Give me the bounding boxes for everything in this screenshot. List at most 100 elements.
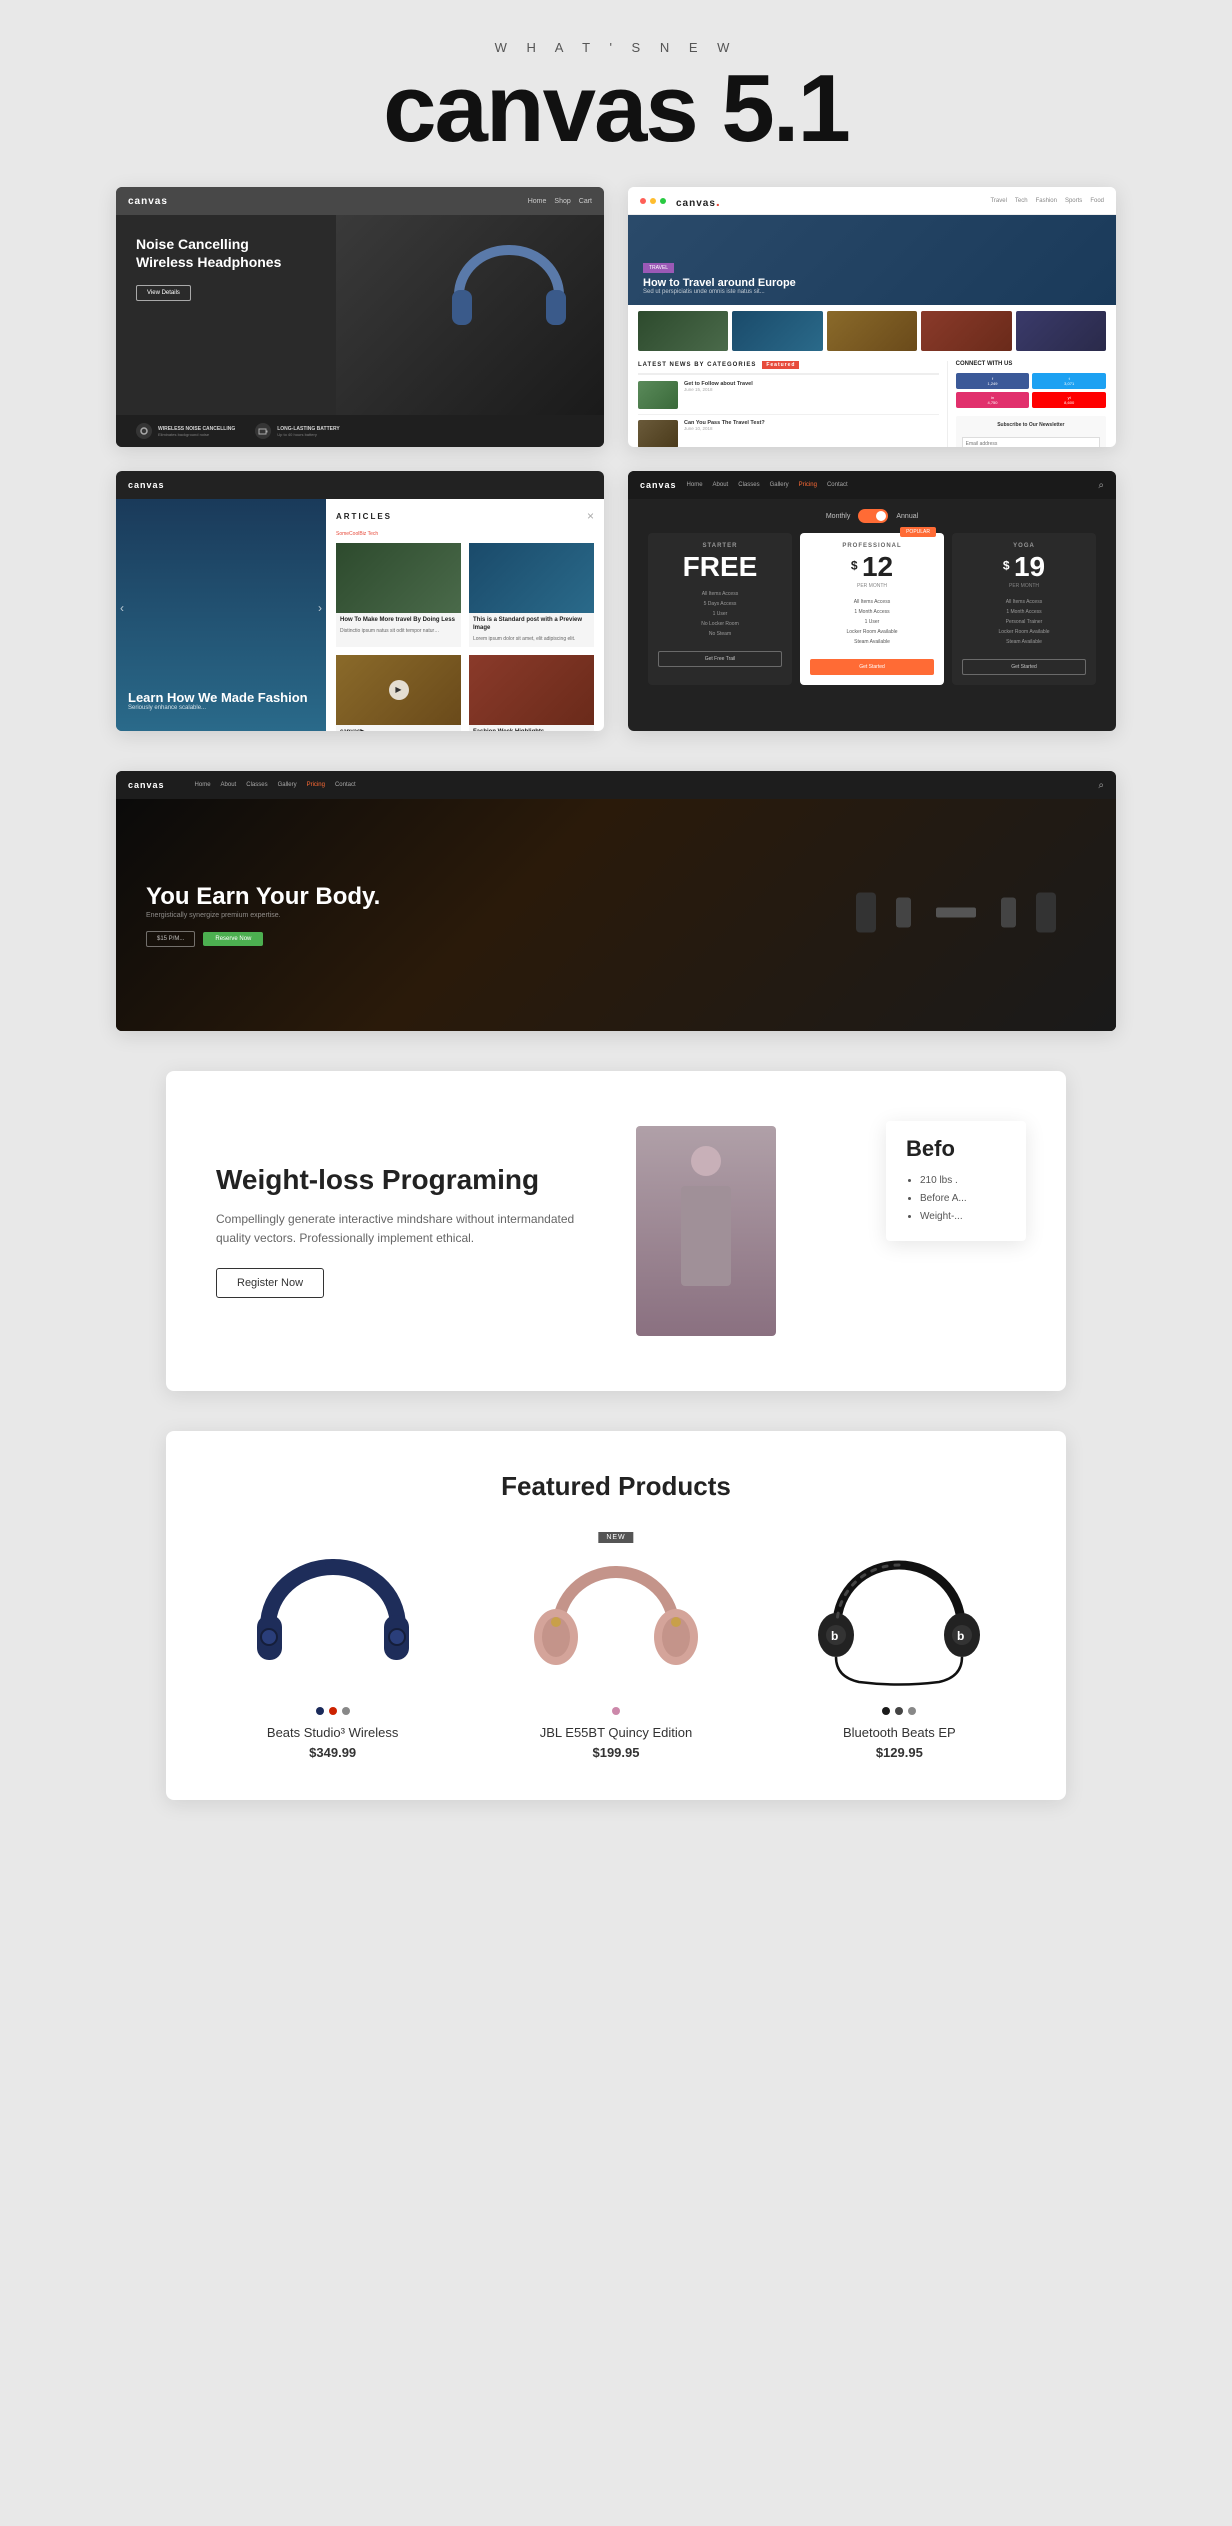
ss2-thumb-2 <box>732 311 822 351</box>
next-arrow-icon[interactable]: › <box>318 601 322 615</box>
ss2-main-content: LATEST NEWS BY CATEGORIES Featured Get t… <box>638 361 939 447</box>
ss3-articles-panel: ARTICLES × SomeCoolBiz Tech How To Make … <box>326 499 604 731</box>
product-color-swatch[interactable] <box>895 1707 903 1715</box>
ss5-nav-contact[interactable]: Contact <box>335 782 356 788</box>
ss2-social-grid: f1,249 t3,071 in4,750 yt8,600 <box>956 373 1106 408</box>
ss4-monthly-label: Monthly <box>826 513 851 520</box>
ss5-nav-gallery[interactable]: Gallery <box>278 782 297 788</box>
ss5-hero-sub: Energistically synergize premium experti… <box>146 912 380 919</box>
ss4-features-starter: All Items Access5 Days Access1 UserNo Lo… <box>658 589 782 639</box>
ss4-nav-home[interactable]: Home <box>687 482 703 488</box>
ss5-nav-pricing[interactable]: Pricing <box>307 782 325 788</box>
ss5-nav-about[interactable]: About <box>221 782 237 788</box>
ss5-price-button[interactable]: $15 P/M... <box>146 931 195 947</box>
ss2-instagram[interactable]: in4,750 <box>956 392 1030 408</box>
weight-loss-section: Weight-loss Programing Compellingly gene… <box>166 1071 1066 1391</box>
product-name-jbl: JBL E55BT Quincy Edition <box>489 1725 742 1740</box>
ss2-hero-sub: Sed ut perspiciatis unde omnis iste natu… <box>643 289 796 295</box>
ss2-article-thumb <box>638 420 678 447</box>
weight-title: Weight-loss Programing <box>216 1164 596 1196</box>
product-color-swatch[interactable] <box>342 1707 350 1715</box>
ss2-nav-link: Fashion <box>1036 198 1057 204</box>
product-color-swatch[interactable] <box>612 1707 620 1715</box>
ss5-nav-home[interactable]: Home <box>195 782 211 788</box>
ss3-card-title-3: Fashion Week Highlights <box>473 729 590 731</box>
ss2-category-badge: TRAVEL <box>643 263 674 273</box>
products-title: Featured Products <box>206 1471 1026 1502</box>
ss3-video-title: canvas▶ <box>340 729 457 731</box>
ss3-card-body-2: This is a Standard post with a Preview I… <box>469 613 594 647</box>
ss2-sidebar: CONNECT WITH US f1,249 t3,071 in4,750 yt… <box>947 361 1106 447</box>
ss2-nav-link: Sports <box>1065 198 1082 204</box>
featured-products-section: Featured Products Beats Studio <box>166 1431 1066 1800</box>
screenshot-headphones: canvas Home Shop Cart Noise CancellingWi… <box>116 187 604 447</box>
ss5-search-icon[interactable]: ⌕ <box>1098 780 1104 791</box>
ss4-nav-gallery[interactable]: Gallery <box>770 482 789 488</box>
weight-item-1: 210 lbs . <box>920 1172 1006 1190</box>
barbell-graphic <box>856 883 1056 948</box>
ss3-navbar: canvas <box>116 471 604 499</box>
ss4-currency-symbol: $ <box>851 559 858 573</box>
prev-arrow-icon[interactable]: ‹ <box>120 601 124 615</box>
ss1-nav-link: Shop <box>554 198 570 205</box>
ss3-card-text-2: Lorem ipsum dolor sit amet, elit adipisc… <box>473 636 590 643</box>
ss4-plan-professional: POPULAR PROFESSIONAL $ 12 PER MONTH All … <box>800 533 944 685</box>
ss5-hero-section: You Earn Your Body. Energistically syner… <box>116 799 1116 1031</box>
screenshot-fashion-blog: canvas Learn How We Made Fashion Serious… <box>116 471 604 731</box>
ss5-hero-buttons: $15 P/M... Reserve Now <box>146 931 380 947</box>
ss2-facebook[interactable]: f1,249 <box>956 373 1030 389</box>
ss4-plan-button-yoga[interactable]: Get Started <box>962 659 1086 675</box>
ss4-plan-button-starter[interactable]: Get Free Trail <box>658 651 782 667</box>
product-color-swatch[interactable] <box>329 1707 337 1715</box>
ss4-plan-name-pro: PROFESSIONAL <box>810 543 934 549</box>
ss4-plan-name-yoga: YOGA <box>962 543 1086 549</box>
ss5-hero-content: You Earn Your Body. Energistically syner… <box>116 853 410 977</box>
ss3-close-icon[interactable]: × <box>587 509 594 523</box>
headphone-hero-icon <box>444 230 574 360</box>
play-button-icon[interactable]: ▶ <box>389 680 409 700</box>
weight-register-button[interactable]: Register Now <box>216 1268 324 1298</box>
ss1-view-details-button[interactable]: View Details <box>136 285 191 301</box>
product-colors-beats-ep <box>773 1707 1026 1715</box>
ss4-nav-contact[interactable]: Contact <box>827 482 848 488</box>
weight-before-card: Befo 210 lbs . Before A... Weight-... <box>886 1121 1026 1241</box>
ss4-nav-classes[interactable]: Classes <box>738 482 759 488</box>
ss1-content: Noise CancellingWireless Headphones View… <box>136 235 281 301</box>
ss3-card-body-1: How To Make More travel By Doing Less Di… <box>336 613 461 639</box>
ss4-plan-price-pro: $ 12 <box>810 553 934 581</box>
ss5-reserve-button[interactable]: Reserve Now <box>203 932 263 946</box>
page-header: W H A T ' S N E W canvas 5.1 <box>383 40 849 157</box>
product-colors-jbl <box>489 1707 742 1715</box>
dot-green <box>660 198 666 204</box>
ss2-nav-links: Travel Tech Fashion Sports Food <box>990 198 1104 204</box>
product-color-swatch[interactable] <box>316 1707 324 1715</box>
ss2-article-thumb <box>638 381 678 409</box>
dot-yellow <box>650 198 656 204</box>
ss2-connect-label: CONNECT WITH US <box>956 361 1106 367</box>
ss4-toggle-switch[interactable] <box>858 509 888 523</box>
product-price-beats-ep: $129.95 <box>773 1745 1026 1760</box>
ss2-email-input[interactable] <box>962 437 1100 447</box>
ss5-logo: canvas <box>128 780 165 790</box>
ss5-nav-classes[interactable]: Classes <box>246 782 267 788</box>
ss4-plan-period-pro: PER MONTH <box>810 583 934 589</box>
product-color-swatch[interactable] <box>882 1707 890 1715</box>
ss4-nav-about[interactable]: About <box>713 482 729 488</box>
ss2-youtube[interactable]: yt8,600 <box>1032 392 1106 408</box>
ss2-article-item: Can You Pass The Travel Test? June 10, 2… <box>638 420 939 447</box>
ss4-nav-pricing[interactable]: Pricing <box>799 482 817 488</box>
ss1-hero: Noise CancellingWireless Headphones View… <box>116 215 604 415</box>
product-jbl: NEW JBL <box>489 1532 742 1760</box>
ss4-plan-button-pro[interactable]: Get Started <box>810 659 934 675</box>
product-color-swatch[interactable] <box>908 1707 916 1715</box>
weight-desc: Compellingly generate interactive mindsh… <box>216 1210 596 1248</box>
screenshots-grid: canvas Home Shop Cart Noise CancellingWi… <box>116 187 1116 731</box>
ss3-logo: canvas <box>128 480 165 490</box>
ss3-article-card-2: This is a Standard post with a Preview I… <box>469 543 594 647</box>
ss2-twitter[interactable]: t3,071 <box>1032 373 1106 389</box>
ss2-article-list: Get to Follow about Travel June 15, 2018… <box>638 381 939 447</box>
ss3-articles-header: ARTICLES × <box>336 509 594 523</box>
ss1-feature-noise: WIRELESS NOISE CANCELLING Eliminates bac… <box>136 423 235 439</box>
ss4-search-icon[interactable]: ⌕ <box>1098 480 1104 491</box>
ss3-card-body-3: Fashion Week Highlights Lorem ipsum dolo… <box>469 725 594 731</box>
